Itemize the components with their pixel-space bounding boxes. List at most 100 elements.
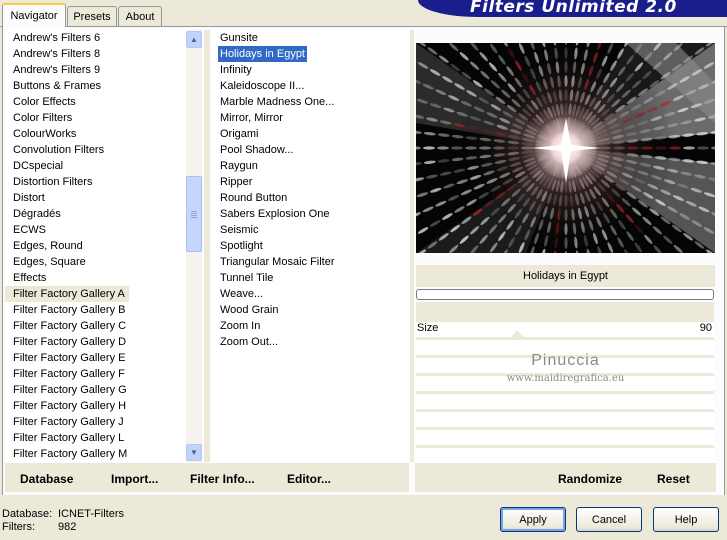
list-item[interactable]: Gunsite [212, 30, 408, 46]
streak-mark [423, 146, 435, 149]
app-title-banner: Filters Unlimited 2.0 [418, 0, 727, 17]
preview-image [416, 43, 715, 253]
list-item[interactable]: Filter Factory Gallery L [5, 430, 187, 446]
list-item[interactable]: Tunnel Tile [212, 270, 408, 286]
tab-navigator[interactable]: Navigator [2, 3, 66, 27]
list-item[interactable]: Mirror, Mirror [212, 110, 408, 126]
list-item[interactable]: Kaleidoscope II... [212, 78, 408, 94]
list-item[interactable]: Edges, Round [5, 238, 187, 254]
list-item[interactable]: Andrew's Filters 6 [5, 30, 187, 46]
list-item[interactable]: ColourWorks [5, 126, 187, 142]
list-item-label: Filter Factory Gallery E [5, 350, 187, 366]
list-item[interactable]: Filter Factory Gallery F [5, 366, 187, 382]
list-item[interactable]: Buttons & Frames [5, 78, 187, 94]
scroll-up-button[interactable]: ▲ [186, 31, 202, 48]
list-item[interactable]: Ripper [212, 174, 408, 190]
reset-button[interactable]: Reset [657, 472, 690, 486]
list-item[interactable]: Origami [212, 126, 408, 142]
list-item-label: Holidays in Egypt [218, 46, 307, 62]
list-item[interactable]: Sabers Explosion One [212, 206, 408, 222]
list-item[interactable]: Effects [5, 270, 187, 286]
list-item[interactable]: Dégradés [5, 206, 187, 222]
list-item[interactable]: Round Button [212, 190, 408, 206]
list-item-label: Seismic [212, 222, 408, 238]
list-item[interactable]: Pool Shadow... [212, 142, 408, 158]
list-item[interactable]: Infinity [212, 62, 408, 78]
list-item-label: Filter Factory Gallery D [5, 334, 187, 350]
list-item[interactable]: Spotlight [212, 238, 408, 254]
list-item[interactable]: Filter Factory Gallery H [5, 398, 187, 414]
filter-list[interactable]: Gunsite Holidays in Egypt Infinity Kaleidos… [212, 30, 408, 462]
list-item[interactable]: Raygun [212, 158, 408, 174]
list-item[interactable]: Marble Madness One... [212, 94, 408, 110]
list-item[interactable]: Filter Factory Gallery J [5, 414, 187, 430]
list-item[interactable]: Distort [5, 190, 187, 206]
list-item[interactable]: Filter Factory Gallery B [5, 302, 187, 318]
list-item[interactable]: Distortion Filters [5, 174, 187, 190]
category-list[interactable]: Andrew's Filters 6 Andrew's Filters 8 Andr… [5, 30, 187, 462]
scroll-thumb[interactable] [186, 176, 202, 252]
list-item[interactable]: DCspecial [5, 158, 187, 174]
list-item-label: Distort [5, 190, 187, 206]
slider-row[interactable] [416, 412, 714, 427]
list-item-label: Effects [5, 270, 187, 286]
category-scrollbar[interactable]: ▲ ▼ [186, 30, 202, 462]
list-item[interactable]: Filter Factory Gallery C [5, 318, 187, 334]
randomize-button[interactable]: Randomize [558, 472, 622, 486]
list-item-label: Kaleidoscope II... [212, 78, 408, 94]
list-item-label: Marble Madness One... [212, 94, 408, 110]
list-item-label: Wood Grain [212, 302, 408, 318]
database-label: Database: [2, 508, 52, 520]
tab-about[interactable]: About [118, 6, 162, 26]
slider-row[interactable] [416, 430, 714, 445]
streak-mark [683, 146, 695, 149]
selected-filter-name: Holidays in Egypt [416, 265, 715, 287]
filters-label: Filters: [2, 521, 35, 533]
apply-button[interactable]: Apply [500, 507, 566, 532]
chevron-up-icon: ▲ [190, 35, 198, 44]
list-item[interactable]: Andrew's Filters 9 [5, 62, 187, 78]
list-item-label: Color Effects [5, 94, 187, 110]
list-item[interactable]: Color Filters [5, 110, 187, 126]
list-item-label: Origami [212, 126, 408, 142]
list-item[interactable]: Holidays in Egypt [212, 46, 408, 62]
list-item[interactable]: Color Effects [5, 94, 187, 110]
help-button[interactable]: Help [653, 507, 719, 532]
streak-mark [437, 146, 449, 149]
list-item[interactable]: Filter Factory Gallery M [5, 446, 187, 462]
list-item[interactable]: Weave... [212, 286, 408, 302]
list-item[interactable]: Wood Grain [212, 302, 408, 318]
tab-presets[interactable]: Presets [67, 6, 117, 26]
slider-row-size[interactable] [416, 322, 714, 337]
slider-row[interactable] [416, 448, 714, 463]
filter-info-button[interactable]: Filter Info... [190, 472, 255, 486]
list-item-label: Filter Factory Gallery H [5, 398, 187, 414]
list-item[interactable]: Filter Factory Gallery A [5, 286, 187, 302]
list-item[interactable]: Zoom Out... [212, 334, 408, 350]
cancel-button[interactable]: Cancel [576, 507, 642, 532]
list-item[interactable]: Filter Factory Gallery G [5, 382, 187, 398]
list-item-label: Buttons & Frames [5, 78, 187, 94]
list-item-label: Filter Factory Gallery F [5, 366, 187, 382]
slider-row[interactable] [416, 394, 714, 409]
param-size-label: Size [417, 322, 438, 334]
list-item-label: Gunsite [212, 30, 408, 46]
list-item[interactable]: Convolution Filters [5, 142, 187, 158]
list-item[interactable]: ECWS [5, 222, 187, 238]
list-item-label: Filter Factory Gallery L [5, 430, 187, 446]
list-item-label: Triangular Mosaic Filter [212, 254, 408, 270]
list-item-label: Filter Factory Gallery A [5, 286, 129, 302]
list-item[interactable]: Triangular Mosaic Filter [212, 254, 408, 270]
import-button[interactable]: Import... [111, 472, 158, 486]
editor-button[interactable]: Editor... [287, 472, 331, 486]
list-item[interactable]: Edges, Square [5, 254, 187, 270]
list-item[interactable]: Seismic [212, 222, 408, 238]
list-item[interactable]: Filter Factory Gallery D [5, 334, 187, 350]
preview-progress-bar [416, 289, 714, 300]
list-item[interactable]: Filter Factory Gallery E [5, 350, 187, 366]
slider-thumb-icon[interactable] [510, 330, 524, 338]
scroll-down-button[interactable]: ▼ [186, 444, 202, 461]
database-button[interactable]: Database [20, 472, 73, 486]
list-item[interactable]: Andrew's Filters 8 [5, 46, 187, 62]
list-item[interactable]: Zoom In [212, 318, 408, 334]
